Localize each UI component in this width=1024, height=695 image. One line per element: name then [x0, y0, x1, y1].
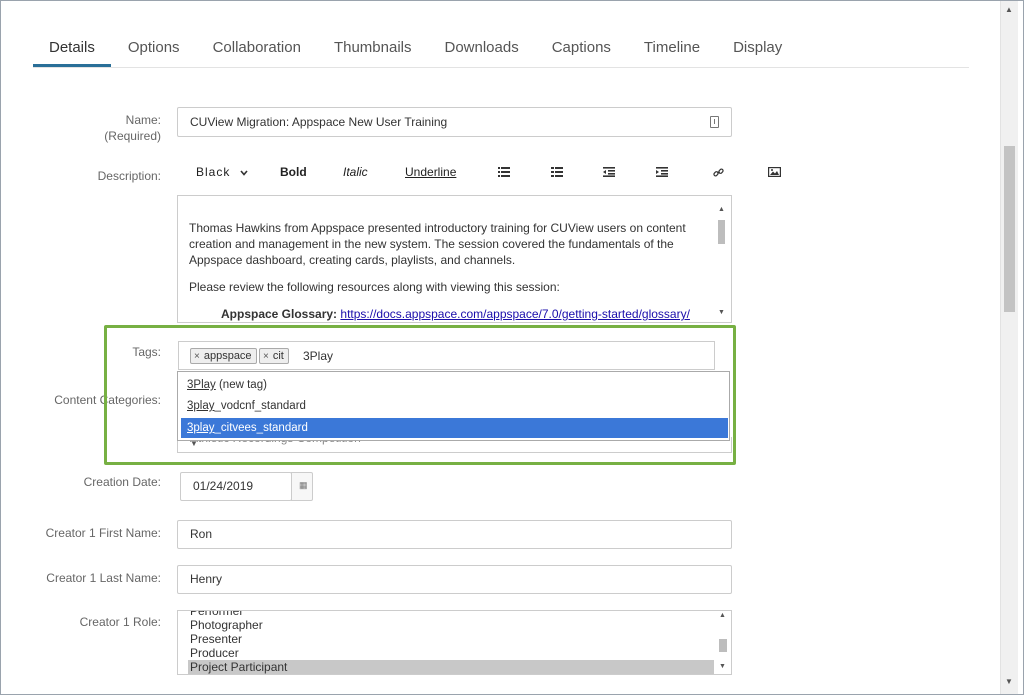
scroll-down-icon[interactable]: ▼ [718, 309, 725, 316]
edit-media-panel: Details Options Collaboration Thumbnails… [0, 0, 1024, 695]
creator1-role-label: Creator 1 Role: [79, 615, 161, 629]
tab-timeline[interactable]: Timeline [628, 28, 716, 67]
indent-icon[interactable] [656, 167, 668, 177]
link-icon[interactable] [713, 167, 724, 178]
creator1-last-label: Creator 1 Last Name: [46, 571, 161, 585]
creator1-first-label: Creator 1 First Name: [45, 526, 161, 540]
name-label: Name: (Required) [11, 112, 161, 144]
underline-button[interactable]: Underline [405, 165, 456, 179]
required-note: (Required) [104, 129, 161, 143]
scroll-up-icon[interactable]: ▲ [718, 206, 725, 213]
scroll-down-icon[interactable]: ▼ [1005, 677, 1013, 686]
glossary-title: Appspace Glossary: [221, 307, 338, 321]
scroll-up-icon[interactable]: ▲ [1005, 5, 1013, 14]
description-label: Description: [97, 169, 161, 183]
tab-options[interactable]: Options [112, 28, 196, 67]
numbered-list-icon[interactable] [498, 167, 510, 177]
calendar-button[interactable]: ▦ [291, 472, 313, 501]
role-option[interactable]: Photographer [190, 618, 263, 632]
creation-date-input[interactable]: 01/24/2019 [180, 472, 292, 501]
color-dropdown-label: Black [196, 165, 231, 179]
chevron-down-icon [240, 170, 248, 176]
bold-button[interactable]: Bold [280, 165, 307, 179]
role-option[interactable]: Performer [190, 611, 243, 618]
editor-scroll-thumb[interactable] [718, 220, 725, 244]
tab-downloads[interactable]: Downloads [429, 28, 535, 67]
tab-display[interactable]: Display [717, 28, 798, 67]
creator1-role-listbox[interactable]: Performer Photographer Presenter Produce… [177, 610, 732, 675]
italic-button[interactable]: Italic [343, 165, 368, 179]
name-label-text: Name: [125, 113, 161, 127]
role-scrollbar[interactable]: ▲ ▼ [716, 611, 730, 674]
glossary-bullet: Appspace Glossary: https://docs.appspace… [221, 306, 731, 322]
calendar-icon: ▦ [299, 480, 308, 490]
scroll-up-icon[interactable]: ▲ [719, 612, 726, 619]
field-info-icon[interactable] [710, 116, 719, 128]
glossary-link[interactable]: https://docs.appspace.com/appspace/7.0/g… [340, 307, 690, 321]
description-paragraph-1: Thomas Hawkins from Appspace presented i… [189, 221, 686, 267]
page-scroll-thumb[interactable] [1004, 146, 1015, 312]
description-editor[interactable]: Thomas Hawkins from Appspace presented i… [177, 195, 732, 323]
scroll-down-icon[interactable]: ▼ [719, 663, 726, 670]
role-option[interactable]: Presenter [190, 632, 242, 646]
tab-bar: Details Options Collaboration Thumbnails… [33, 28, 969, 68]
creator1-first-input[interactable]: Ron [177, 520, 732, 549]
tab-captions[interactable]: Captions [536, 28, 627, 67]
image-icon[interactable] [768, 167, 781, 177]
tab-details[interactable]: Details [33, 28, 111, 67]
bulleted-list-icon[interactable] [551, 167, 563, 177]
tab-collaboration[interactable]: Collaboration [197, 28, 317, 67]
description-paragraph-2: Please review the following resources al… [189, 280, 560, 294]
role-option-selected[interactable]: Project Participant [188, 660, 714, 674]
page-scrollbar[interactable]: ▲ ▼ [1000, 1, 1018, 694]
outdent-icon[interactable] [603, 167, 615, 177]
name-value: CUView Migration: Appspace New User Trai… [190, 115, 448, 129]
creator1-last-input[interactable]: Henry [177, 565, 732, 594]
role-scroll-thumb[interactable] [719, 639, 727, 652]
name-input[interactable]: CUView Migration: Appspace New User Trai… [177, 107, 732, 137]
creation-date-label: Creation Date: [83, 475, 161, 489]
role-option[interactable]: Producer [190, 646, 239, 660]
editor-scrollbar[interactable]: ▲ ▼ [715, 206, 727, 318]
callout-highlight [104, 325, 736, 465]
color-dropdown[interactable]: Black [196, 165, 248, 179]
tab-thumbnails[interactable]: Thumbnails [318, 28, 428, 67]
